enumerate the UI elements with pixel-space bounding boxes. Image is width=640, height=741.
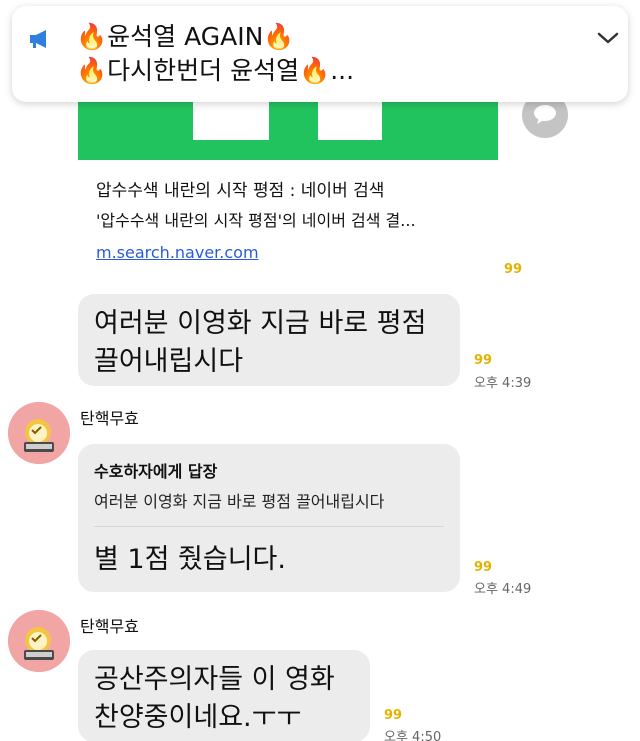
message-text-line: 공산주의자들 이 영화	[94, 664, 335, 695]
message-text-line: 끌어내립시다	[94, 346, 244, 377]
reply-divider	[94, 526, 444, 527]
avatar[interactable]	[8, 610, 70, 672]
pinned-notice-banner[interactable]: 🔥윤석열 AGAIN🔥 🔥다시한번더 윤석열🔥...	[12, 6, 628, 102]
avatar-image	[8, 610, 70, 672]
read-count: 99	[474, 353, 493, 368]
read-count: 99	[504, 262, 523, 277]
message-bubble[interactable]: 공산주의자들 이 영화 찬양중이네요.ㅜㅜ	[78, 650, 370, 741]
message-time: 오후 4:49	[474, 582, 532, 597]
link-url[interactable]: m.search.naver.com	[96, 243, 259, 262]
notice-line-2: 🔥다시한번더 윤석열🔥...	[76, 56, 355, 85]
avatar-image	[8, 402, 70, 464]
message-text-line: 찬양중이네요.ㅜㅜ	[94, 702, 302, 733]
notice-line-1: 🔥윤석열 AGAIN🔥	[76, 22, 295, 51]
link-title: 압수수색 내란의 시작 평점 : 네이버 검색	[96, 181, 385, 201]
speech-bubble-icon	[534, 105, 556, 124]
message-text: 별 1점 줬습니다.	[94, 544, 286, 575]
notice-text: 🔥윤석열 AGAIN🔥 🔥다시한번더 윤석열🔥...	[76, 20, 354, 88]
message-time: 오후 4:50	[384, 730, 442, 741]
link-description: '압수수색 내란의 시작 평점'의 네이버 검색 결...	[96, 211, 416, 230]
message-time: 오후 4:39	[474, 376, 532, 391]
reply-header: 수호하자에게 답장	[94, 462, 218, 481]
reply-bubble[interactable]: 수호하자에게 답장 여러분 이영화 지금 바로 평점 끌어내립시다 별 1점 줬…	[78, 444, 460, 592]
message-bubble[interactable]: 여러분 이영화 지금 바로 평점 끌어내립시다	[78, 294, 460, 386]
sender-name[interactable]: 탄핵무효	[80, 613, 139, 637]
chevron-down-icon[interactable]	[596, 30, 620, 50]
read-count: 99	[474, 560, 493, 575]
link-preview-card[interactable]: 압수수색 내란의 시작 평점 : 네이버 검색 '압수수색 내란의 시작 평점'…	[78, 80, 498, 278]
sender-name[interactable]: 탄핵무효	[80, 405, 139, 429]
megaphone-icon	[28, 28, 52, 54]
chat-room: 압수수색 내란의 시작 평점 : 네이버 검색 '압수수색 내란의 시작 평점'…	[0, 0, 640, 741]
read-count: 99	[384, 708, 403, 723]
quoted-message[interactable]: 여러분 이영화 지금 바로 평점 끌어내립시다	[94, 488, 444, 512]
message-text-line: 여러분 이영화 지금 바로 평점	[94, 308, 427, 339]
avatar[interactable]	[8, 402, 70, 464]
